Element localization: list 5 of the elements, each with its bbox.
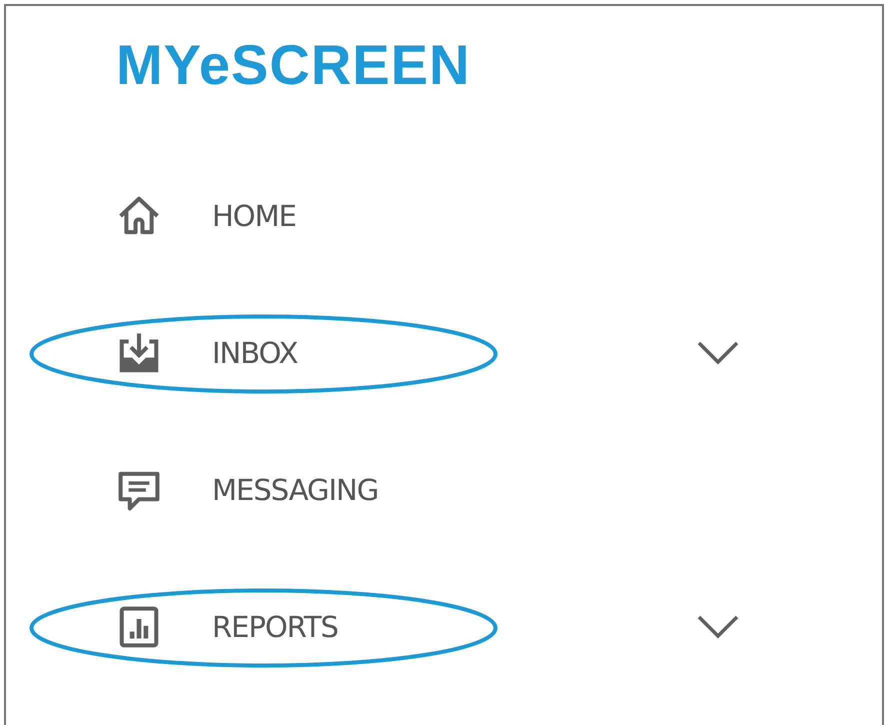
chevron-down-icon[interactable] xyxy=(696,614,740,640)
logo: MYeSCREEN xyxy=(116,34,470,96)
chevron-down-icon[interactable] xyxy=(696,340,740,366)
menu-item[interactable]: MESSAGING xyxy=(116,467,378,514)
menu-item[interactable]: HOME xyxy=(116,193,296,240)
